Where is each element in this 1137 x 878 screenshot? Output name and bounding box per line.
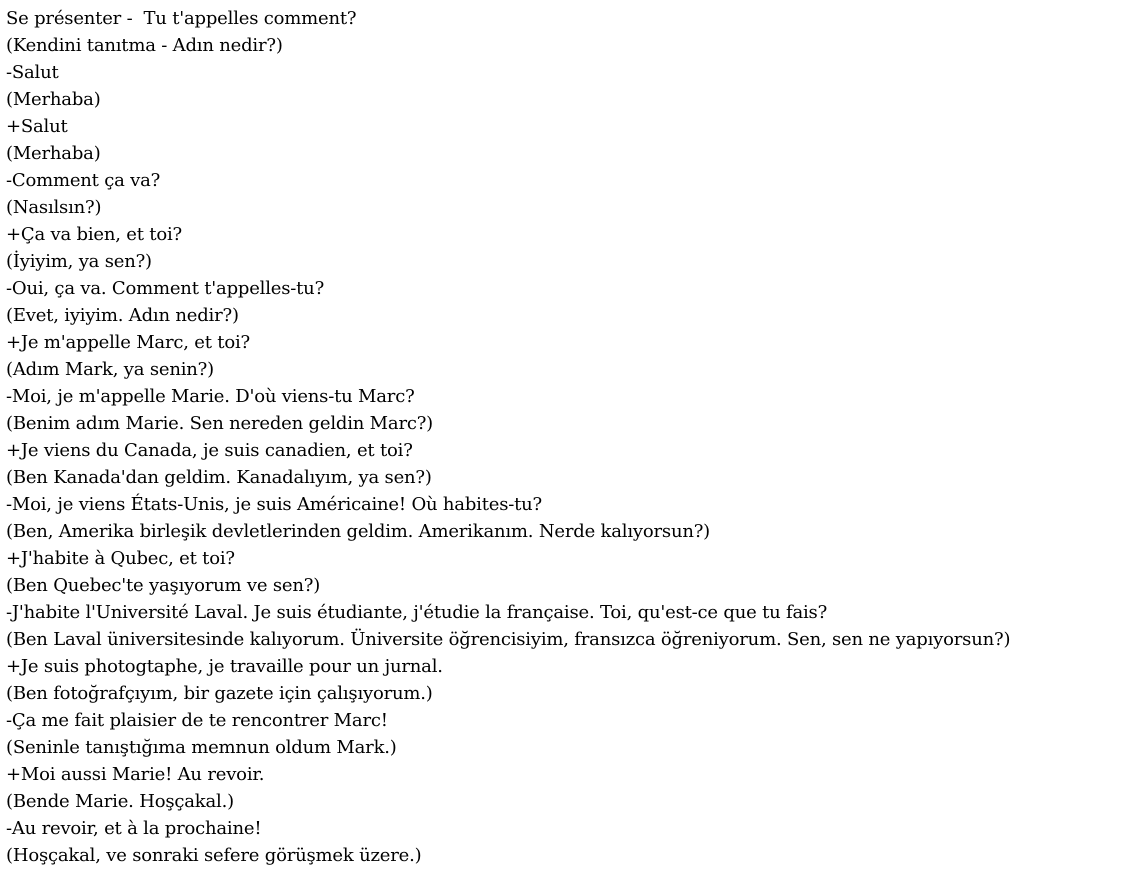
dialogue-line: -J'habite l'Université Laval. Je suis ét… xyxy=(6,602,828,623)
translation-line: (Evet, iyiyim. Adın nedir?) xyxy=(6,305,239,326)
translation-line: (Bende Marie. Hoşçakal.) xyxy=(6,791,234,812)
translation-line: (Seninle tanıştığıma memnun oldum Mark.) xyxy=(6,737,397,758)
translation-line: (Adım Mark, ya senin?) xyxy=(6,359,214,380)
translation-line: (Nasılsın?) xyxy=(6,197,102,218)
translation-line: (Hoşçakal, ve sonraki sefere görüşmek üz… xyxy=(6,845,422,866)
dialogue-line: -Comment ça va? xyxy=(6,170,161,191)
dialogue-line: +Ça va bien, et toi? xyxy=(6,224,182,245)
document-body: Se présenter - Tu t'appelles comment? (K… xyxy=(0,0,1137,878)
dialogue-line: +Moi aussi Marie! Au revoir. xyxy=(6,764,265,785)
dialogue-line: +Je viens du Canada, je suis canadien, e… xyxy=(6,440,413,461)
title-line-french: Se présenter - Tu t'appelles comment? xyxy=(6,8,357,29)
dialogue-line: +Je suis photogtaphe, je travaille pour … xyxy=(6,656,443,677)
dialogue-line: +J'habite à Qubec, et toi? xyxy=(6,548,235,569)
dialogue-line: -Au revoir, et à la prochaine! xyxy=(6,818,262,839)
translation-line: (Ben Laval üniversitesinde kalıyorum. Ün… xyxy=(6,629,1011,650)
translation-line: (Ben Kanada'dan geldim. Kanadalıyım, ya … xyxy=(6,467,432,488)
dialogue-line: +Je m'appelle Marc, et toi? xyxy=(6,332,250,353)
title-line-turkish: (Kendini tanıtma - Adın nedir?) xyxy=(6,35,283,56)
dialogue-line: -Salut xyxy=(6,62,59,83)
translation-line: (Merhaba) xyxy=(6,89,101,110)
translation-line: (Ben fotoğrafçıyım, bir gazete için çalı… xyxy=(6,683,433,704)
dialogue-line: -Moi, je viens États-Unis, je suis Améri… xyxy=(6,494,543,515)
translation-line: (Ben, Amerika birleşik devletlerinden ge… xyxy=(6,521,711,542)
dialogue-line: +Salut xyxy=(6,116,68,137)
translation-line: (İyiyim, ya sen?) xyxy=(6,251,152,272)
translation-line: (Merhaba) xyxy=(6,143,101,164)
dialogue-line: -Moi, je m'appelle Marie. D'où viens-tu … xyxy=(6,386,415,407)
dialogue-line: -Ça me fait plaisier de te rencontrer Ma… xyxy=(6,710,388,731)
dialogue-line: -Oui, ça va. Comment t'appelles-tu? xyxy=(6,278,325,299)
translation-line: (Benim adım Marie. Sen nereden geldin Ma… xyxy=(6,413,433,434)
translation-line: (Ben Quebec'te yaşıyorum ve sen?) xyxy=(6,575,321,596)
